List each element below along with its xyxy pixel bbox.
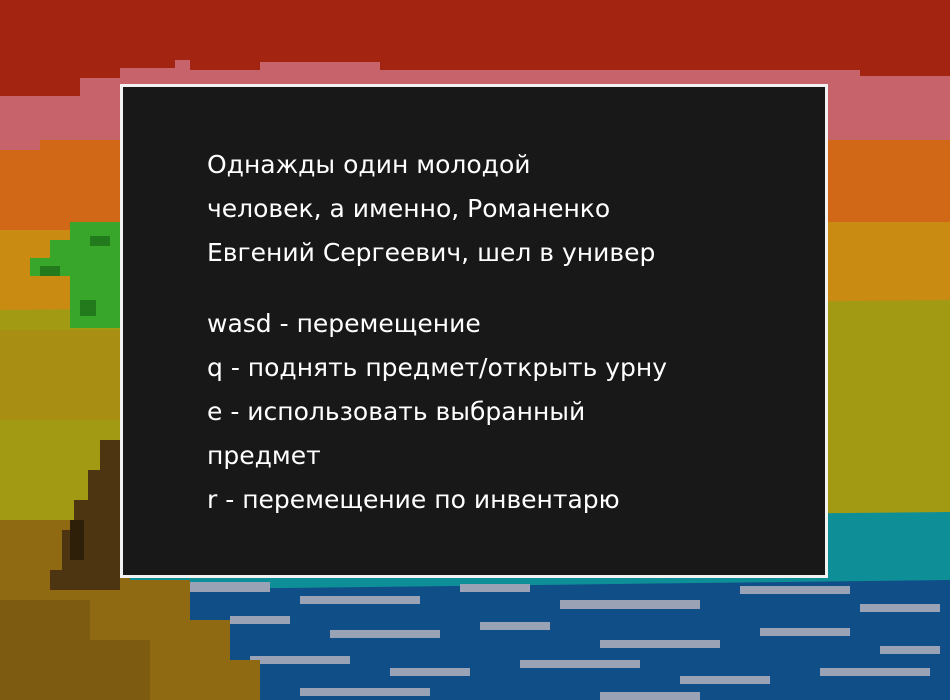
control-hint-inventory: r - перемещение по инвентарю <box>207 485 620 514</box>
story-line: Однажды один молодой <box>207 150 531 179</box>
control-hint-use-cont: предмет <box>207 441 321 470</box>
control-hint-use: e - использовать выбранный <box>207 397 586 426</box>
control-hint-pickup: q - поднять предмет/открыть урну <box>207 353 668 382</box>
story-line: человек, а именно, Романенко <box>207 194 611 223</box>
dialog-text: Однажды один молодой человек, а именно, … <box>207 143 807 522</box>
intro-dialog: Однажды один молодой человек, а именно, … <box>120 84 828 578</box>
horizon-strip-dark <box>0 330 120 420</box>
story-line: Евгений Сергеевич, шел в универ <box>207 238 656 267</box>
control-hint-move: wasd - перемещение <box>207 309 481 338</box>
